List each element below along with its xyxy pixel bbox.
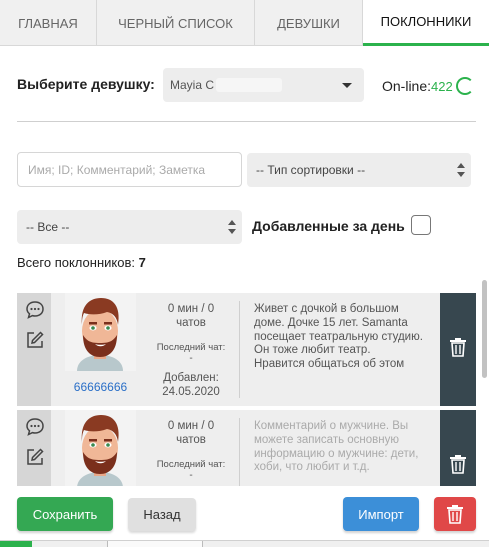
- fans-list: 66666666 0 мин / 0 чатов Последний чат: …: [17, 288, 482, 486]
- fan-id-link[interactable]: 66666666: [65, 380, 136, 394]
- fan-type-select[interactable]: -- Все --: [17, 210, 242, 244]
- girl-select-value: Mayia C: [170, 78, 215, 92]
- card-actions: [17, 293, 51, 406]
- tab-girls[interactable]: ДЕВУШКИ: [255, 0, 363, 46]
- girl-select-label: Выберите девушку:: [17, 76, 155, 92]
- fan-comment-placeholder[interactable]: Комментарий о мужчине. Вы можете записат…: [254, 420, 424, 475]
- added-today-checkbox[interactable]: [411, 215, 431, 235]
- total-count: 7: [138, 255, 146, 270]
- import-button[interactable]: Импорт: [343, 497, 419, 531]
- select-arrows-icon: [228, 220, 236, 234]
- chat-count: чатов: [176, 434, 206, 446]
- sort-type-value: -- Тип сортировки --: [256, 163, 366, 177]
- select-arrows-icon: [457, 163, 465, 177]
- blurred-name: [216, 78, 283, 92]
- divider: [17, 121, 476, 122]
- sort-type-select[interactable]: -- Тип сортировки --: [247, 153, 471, 187]
- chat-icon[interactable]: [25, 417, 45, 437]
- online-status: On-line:422: [382, 78, 453, 94]
- chat-time: 0 мин / 0: [167, 420, 215, 432]
- divider: [239, 418, 240, 486]
- added-today-label: Добавленные за день: [252, 218, 405, 234]
- card-actions: [17, 410, 51, 486]
- tab-blacklist[interactable]: ЧЕРНЫЙ СПИСОК: [97, 0, 255, 46]
- save-button[interactable]: Сохранить: [17, 497, 113, 531]
- spinner-icon: [456, 77, 474, 95]
- last-chat-value: -: [189, 470, 193, 481]
- fan-card: 0 мин / 0 чатов Последний чат: - Коммент…: [17, 410, 476, 486]
- last-chat-label: Последний чат:: [156, 342, 226, 353]
- total-label: Всего поклонников:: [17, 255, 135, 270]
- fan-stats: 0 мин / 0 чатов Последний чат: - Добавле…: [145, 302, 237, 399]
- bottom-strip: [0, 540, 489, 547]
- added-date: 24.05.2020: [162, 386, 220, 398]
- delete-all-button[interactable]: [434, 497, 476, 531]
- bottom-accent: [0, 541, 32, 547]
- fan-stats: 0 мин / 0 чатов Последний чат: -: [145, 419, 237, 482]
- fan-card: 66666666 0 мин / 0 чатов Последний чат: …: [17, 293, 476, 406]
- caret-down-icon: [342, 83, 352, 88]
- back-button[interactable]: Назад: [128, 498, 196, 531]
- edit-icon[interactable]: [25, 330, 45, 350]
- chat-count: чатов: [176, 317, 206, 329]
- girl-select[interactable]: Mayia C: [163, 68, 364, 102]
- chat-icon[interactable]: [25, 300, 45, 320]
- online-count: 422: [431, 79, 453, 94]
- tab-fans[interactable]: ПОКЛОННИКИ: [363, 0, 489, 46]
- tab-bar: ГЛАВНАЯ ЧЕРНЫЙ СПИСОК ДЕВУШКИ ПОКЛОННИКИ: [0, 0, 489, 46]
- avatar: [65, 410, 136, 486]
- fan-type-value: -- Все --: [26, 220, 70, 234]
- avatar: [65, 293, 136, 371]
- list-scrollbar[interactable]: [482, 280, 487, 378]
- total-fans: Всего поклонников: 7: [17, 255, 146, 270]
- trash-icon: [450, 338, 466, 357]
- last-chat-label: Последний чат:: [156, 459, 226, 470]
- trash-icon: [447, 505, 463, 524]
- fan-comment[interactable]: Живет с дочкой в большом доме. Дочке 15 …: [254, 303, 424, 372]
- delete-fan-button[interactable]: [440, 410, 476, 486]
- edit-icon[interactable]: [25, 447, 45, 467]
- divider: [239, 301, 240, 398]
- bottom-tab: [107, 541, 203, 547]
- trash-icon: [450, 455, 466, 474]
- tab-main[interactable]: ГЛАВНАЯ: [0, 0, 97, 46]
- online-label: On-line:: [382, 78, 432, 94]
- search-input[interactable]: [17, 152, 242, 187]
- added-label: Добавлен:: [163, 372, 219, 384]
- delete-fan-button[interactable]: [440, 293, 476, 406]
- chat-time: 0 мин / 0: [167, 303, 215, 315]
- last-chat-value: -: [189, 353, 193, 364]
